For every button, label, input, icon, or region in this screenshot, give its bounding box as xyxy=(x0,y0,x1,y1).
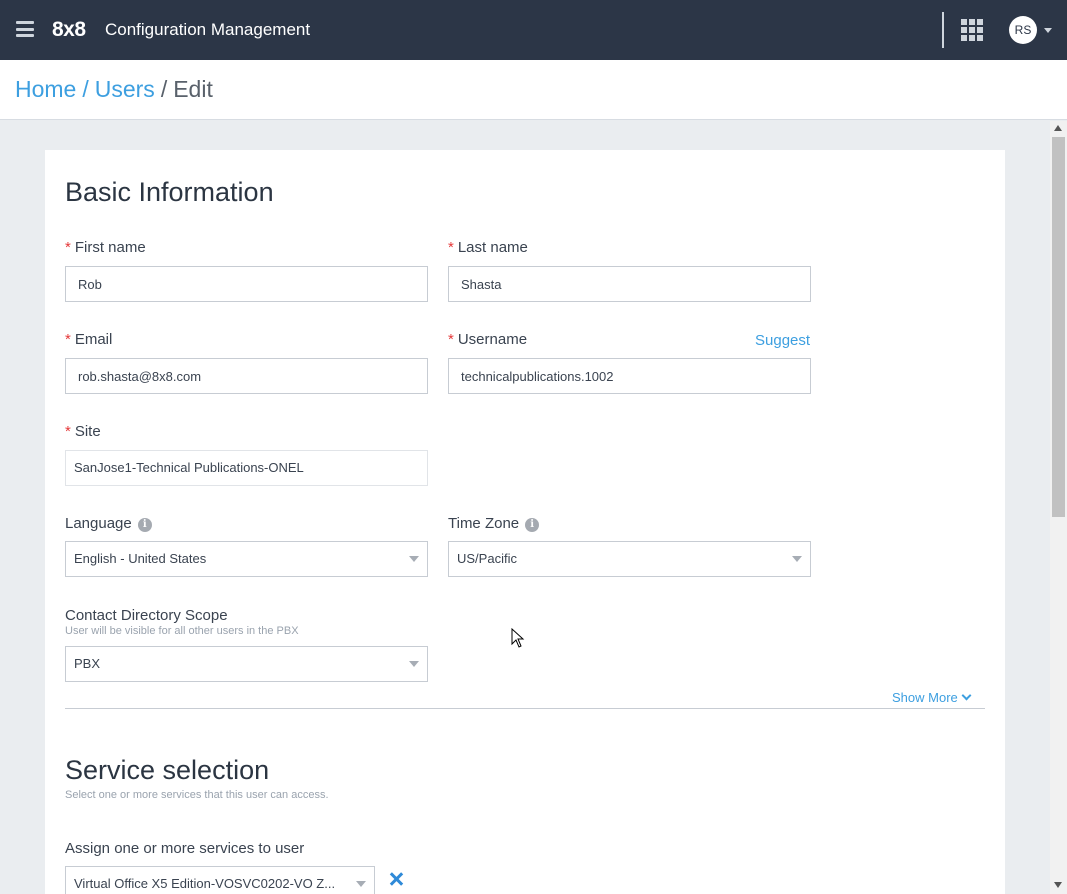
assign-services-label: Assign one or more services to user xyxy=(65,840,305,857)
service-selection-title: Service selection xyxy=(65,755,270,785)
time-zone-select[interactable]: US/Pacific xyxy=(448,541,811,577)
site-label: * Site xyxy=(65,423,101,440)
scroll-down-icon[interactable] xyxy=(1054,882,1062,888)
last-name-label: * Last name xyxy=(448,239,528,256)
breadcrumb-separator: / xyxy=(82,76,89,102)
brand-logo[interactable]: 8x8 xyxy=(52,18,86,42)
user-avatar[interactable]: RS xyxy=(1009,16,1037,44)
language-label: Language i xyxy=(65,515,152,532)
chevron-down-icon xyxy=(409,661,419,667)
edit-user-card: Basic Information *First name *Last name… xyxy=(45,150,1005,894)
scroll-up-icon[interactable] xyxy=(1054,125,1062,131)
chevron-down-icon xyxy=(792,556,802,562)
breadcrumb-users[interactable]: Users xyxy=(95,76,155,102)
app-launcher-icon[interactable] xyxy=(961,19,983,41)
last-name-field[interactable] xyxy=(448,266,811,302)
chevron-down-icon xyxy=(961,690,972,701)
language-select-value: English - United States xyxy=(74,551,207,566)
username-label: * Username xyxy=(448,331,528,348)
scrollbar-thumb[interactable] xyxy=(1052,137,1065,517)
email-label: * Email xyxy=(65,331,113,348)
breadcrumb: Home / Users / Edit xyxy=(15,76,213,103)
topbar-divider xyxy=(942,12,944,48)
language-select[interactable]: English - United States xyxy=(65,541,428,577)
time-zone-label: Time Zone i xyxy=(448,515,540,532)
app-title: Configuration Management xyxy=(105,20,311,39)
service-selection-subtitle: Select one or more services that this us… xyxy=(65,789,329,801)
breadcrumb-separator: / xyxy=(160,76,168,102)
username-field[interactable] xyxy=(448,358,811,394)
menu-icon[interactable] xyxy=(16,21,34,37)
service-select[interactable]: Virtual Office X5 Edition-VOSVC0202-VO Z… xyxy=(65,866,375,894)
breadcrumb-home[interactable]: Home xyxy=(15,76,76,102)
contact-scope-select-value: PBX xyxy=(74,656,101,671)
suggest-username-link[interactable]: Suggest xyxy=(755,332,810,349)
breadcrumb-current: Edit xyxy=(173,76,213,102)
info-icon[interactable]: i xyxy=(137,518,152,532)
chevron-down-icon xyxy=(409,556,419,562)
info-icon[interactable]: i xyxy=(525,518,540,532)
breadcrumb-bar: Home / Users / Edit xyxy=(0,60,1067,120)
show-more-link[interactable]: Show More xyxy=(892,690,972,705)
time-zone-select-value: US/Pacific xyxy=(457,551,517,566)
section-divider xyxy=(65,708,985,709)
chevron-down-icon xyxy=(356,881,366,887)
caret-down-icon[interactable] xyxy=(1044,28,1052,33)
mouse-cursor-icon xyxy=(511,628,525,648)
contact-scope-hint: User will be visible for all other users… xyxy=(65,625,299,637)
remove-service-icon[interactable] xyxy=(389,872,403,886)
contact-scope-label: Contact Directory Scope xyxy=(65,607,228,624)
first-name-label: * First name xyxy=(65,239,146,256)
email-field[interactable] xyxy=(65,358,428,394)
basic-info-title: Basic Information xyxy=(65,177,274,207)
contact-scope-select[interactable]: PBX xyxy=(65,646,428,682)
service-select-value: Virtual Office X5 Edition-VOSVC0202-VO Z… xyxy=(74,876,336,891)
top-bar: 8x8 Configuration Management RS xyxy=(0,0,1067,60)
site-value: SanJose1-Technical Publications-ONEL xyxy=(65,450,428,486)
first-name-field[interactable] xyxy=(65,266,428,302)
